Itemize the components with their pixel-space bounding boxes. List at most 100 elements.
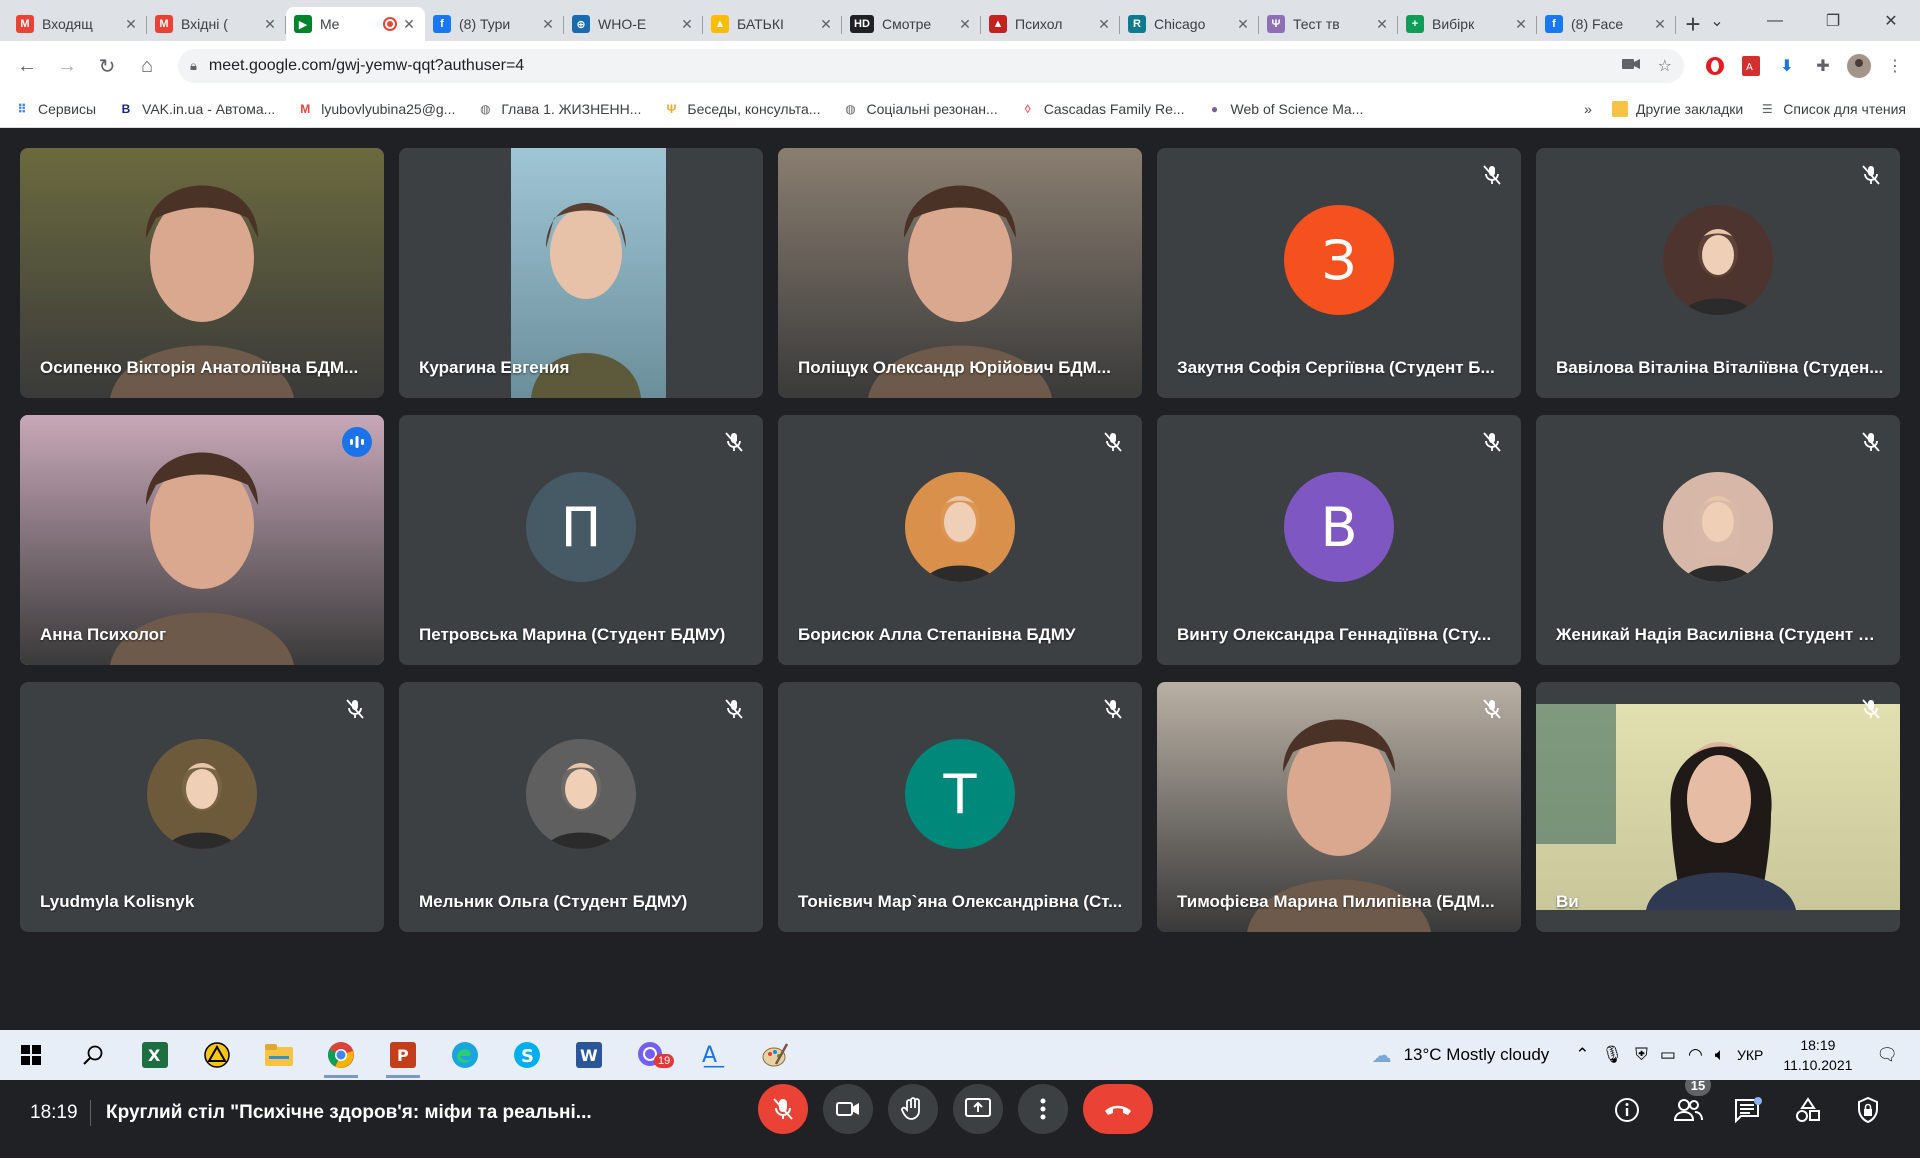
reload-button[interactable]: ↻ (90, 49, 124, 83)
extensions-puzzle-icon[interactable]: ✚ (1808, 51, 1838, 81)
chat-button[interactable] (1728, 1090, 1768, 1130)
participant-tile[interactable]: Поліщук Олександр Юрійович БДМ... (778, 148, 1142, 398)
microphone-tray-icon[interactable]: 🎙︎ (1602, 1045, 1624, 1065)
close-tab-icon[interactable]: ✕ (1652, 16, 1668, 33)
tab-title[interactable]: БАТЬКІ (737, 16, 814, 32)
close-tab-icon[interactable]: ✕ (401, 16, 417, 33)
back-button[interactable]: ← (10, 49, 44, 83)
close-tab-icon[interactable]: ✕ (262, 16, 278, 33)
home-button[interactable]: ⌂ (130, 49, 164, 83)
activities-button[interactable] (1788, 1090, 1828, 1130)
taskbar-paint[interactable] (744, 1030, 806, 1080)
host-controls-button[interactable] (1848, 1090, 1888, 1130)
participant-tile[interactable]: Женикай Надія Василівна (Студент Б... (1536, 415, 1900, 665)
bookmark-label[interactable]: Глава 1. ЖИЗНЕНН... (501, 101, 641, 117)
tab-title[interactable]: Вхідні ( (181, 16, 258, 32)
bookmark-item[interactable]: Mlyubovlyubina25@g... (297, 101, 455, 117)
close-tab-icon[interactable]: ✕ (957, 16, 973, 33)
tab-title[interactable]: (8) Тури (459, 16, 536, 32)
taskbar-skype[interactable]: S (496, 1030, 558, 1080)
browser-tab[interactable]: f (8) Тури ✕ (425, 7, 564, 41)
reading-list[interactable]: ☰ Список для чтения (1759, 101, 1906, 117)
participant-tile[interactable]: В Винту Олександра Геннадіївна (Сту... (1157, 415, 1521, 665)
participant-tile[interactable]: П Петровська Марина (Студент БДМУ) (399, 415, 763, 665)
bookmark-label[interactable]: lyubovlyubina25@g... (321, 101, 455, 117)
close-tab-icon[interactable]: ✕ (540, 16, 556, 33)
url-text[interactable]: meet.google.com/gwj-yemw-qqt?authuser=4 (209, 57, 1604, 75)
browser-tab[interactable]: R Chicago ✕ (1120, 7, 1259, 41)
windows-start-button[interactable] (0, 1030, 62, 1080)
browser-tab[interactable]: + Вибірк ✕ (1398, 7, 1537, 41)
tab-title[interactable]: Вибірк (1432, 16, 1509, 32)
taskbar-app-triangle[interactable] (186, 1030, 248, 1080)
taskbar-edge[interactable] (434, 1030, 496, 1080)
browser-menu-icon[interactable]: ⋮ (1880, 51, 1910, 81)
microphone-off-button[interactable] (758, 1084, 808, 1134)
tab-title[interactable]: Тест тв (1293, 16, 1370, 32)
participant-tile[interactable]: Lyudmyla Kolisnyk (20, 682, 384, 932)
wifi-icon[interactable]: ◠ (1688, 1045, 1703, 1065)
participant-tile[interactable]: Курагина Евгения (399, 148, 763, 398)
more-bookmarks-chevron[interactable]: » (1584, 101, 1592, 117)
participant-tile[interactable]: З Закутня Софія Сергіївна (Студент Б... (1157, 148, 1521, 398)
raise-hand-button[interactable] (888, 1084, 938, 1134)
close-tab-icon[interactable]: ✕ (1096, 16, 1112, 33)
browser-tab[interactable]: ▶ Me ✕ (286, 7, 425, 41)
close-window-button[interactable]: ✕ (1862, 0, 1920, 41)
download-extension-icon[interactable]: ⬇ (1772, 51, 1802, 81)
participant-tile[interactable]: Тимофієва Марина Пилипівна (БДМ... (1157, 682, 1521, 932)
bookmark-item[interactable]: ◍ Глава 1. ЖИЗНЕНН... (477, 101, 641, 117)
taskbar-viber[interactable]: 19 (620, 1030, 682, 1080)
bookmark-label[interactable]: Web of Science Ma... (1231, 101, 1364, 117)
minimize-button[interactable]: — (1746, 0, 1804, 41)
leave-call-button[interactable] (1083, 1084, 1153, 1134)
participant-tile[interactable]: Анна Психолог (20, 415, 384, 665)
tab-title[interactable]: Me (320, 16, 379, 32)
profile-avatar[interactable] (1844, 51, 1874, 81)
camera-icon[interactable] (1621, 57, 1640, 76)
participant-tile[interactable]: Мельник Ольга (Студент БДМУ) (399, 682, 763, 932)
browser-tab[interactable]: Ψ Тест тв ✕ (1259, 7, 1398, 41)
other-bookmarks-folder[interactable]: Другие закладки (1611, 101, 1743, 117)
bookmark-item[interactable]: ◍ Соціальні резонан... (842, 101, 998, 117)
bookmark-label[interactable]: Сервисы (38, 101, 96, 117)
bookmark-label[interactable]: VAK.in.ua - Автома... (142, 101, 275, 117)
browser-tab[interactable]: M Вхідні (✕ (147, 7, 286, 41)
battery-icon[interactable]: ▭ (1660, 1045, 1676, 1065)
close-tab-icon[interactable]: ✕ (1513, 16, 1529, 33)
participant-tile[interactable]: Борисюк Алла Степанівна БДМУ (778, 415, 1142, 665)
taskbar-excel[interactable]: X (124, 1030, 186, 1080)
taskbar-chrome[interactable] (310, 1030, 372, 1080)
weather-icon[interactable]: ☁ (1372, 1043, 1392, 1068)
tab-search-icon[interactable]: ⌄ (1688, 0, 1746, 41)
tab-title[interactable]: Chicago (1154, 16, 1231, 32)
taskbar-powerpoint[interactable]: P (372, 1030, 434, 1080)
opera-extension-icon[interactable] (1700, 51, 1730, 81)
pdf-extension-icon[interactable]: A (1736, 51, 1766, 81)
browser-tab[interactable]: HD Смотре ✕ (842, 7, 981, 41)
tab-title[interactable]: WHO-E (598, 16, 675, 32)
other-bookmarks-label[interactable]: Другие закладки (1636, 101, 1743, 117)
reading-list-label[interactable]: Список для чтения (1783, 101, 1906, 117)
tab-title[interactable]: (8) Face (1571, 16, 1648, 32)
bookmark-label[interactable]: Соціальні резонан... (866, 101, 997, 117)
browser-tab[interactable]: ▲ Психол ✕ (981, 7, 1120, 41)
close-tab-icon[interactable]: ✕ (679, 16, 695, 33)
tab-title[interactable]: Психол (1015, 16, 1092, 32)
forward-button[interactable]: → (50, 49, 84, 83)
more-options-button[interactable] (1018, 1084, 1068, 1134)
participants-button[interactable] (1668, 1090, 1708, 1130)
tray-overflow-chevron[interactable]: ⌃ (1575, 1045, 1589, 1065)
input-language[interactable]: УКР (1737, 1047, 1763, 1063)
address-bar[interactable]: 🔒︎ meet.google.com/gwj-yemw-qqt?authuser… (178, 49, 1684, 83)
bookmark-item[interactable]: B VAK.in.ua - Автома... (118, 101, 276, 117)
close-tab-icon[interactable]: ✕ (1374, 16, 1390, 33)
bookmark-item[interactable]: ◊ Cascadas Family Re... (1020, 101, 1185, 117)
bookmark-item[interactable]: Ψ Беседы, консульта... (663, 101, 821, 117)
bookmark-label[interactable]: Cascadas Family Re... (1044, 101, 1185, 117)
bookmark-star-icon[interactable]: ☆ (1658, 56, 1672, 76)
bookmark-item[interactable]: ⠿ Сервисы (14, 101, 96, 117)
notifications-icon[interactable]: 🗨︎ (1876, 1045, 1898, 1065)
taskbar-search-button[interactable] (62, 1030, 124, 1080)
browser-tab[interactable]: f (8) Face ✕ (1537, 7, 1676, 41)
